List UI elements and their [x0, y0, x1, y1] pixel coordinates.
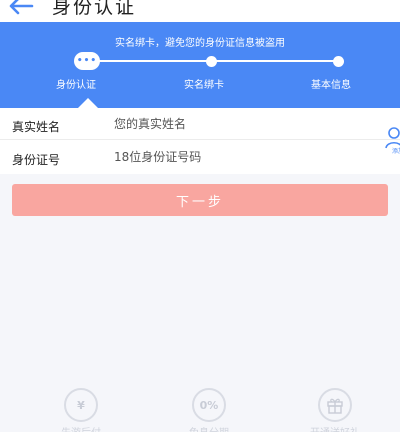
- more-dots-icon: •••: [76, 56, 98, 66]
- back-arrow-icon[interactable]: [6, 0, 36, 18]
- step-label-1: 身份认证: [56, 80, 96, 91]
- zero-percent-icon: 0%: [192, 388, 226, 422]
- step-indicator-3: [333, 56, 344, 67]
- progress-panel: 实名绑卡，避免您的身份证信息被盗用 ••• 身份认证 实名绑卡 基本信息: [0, 22, 400, 108]
- id-label: 身份证号: [12, 153, 61, 167]
- id-row: 身份证号: [0, 141, 400, 173]
- gift-icon: [318, 388, 352, 422]
- step-label-3: 基本信息: [311, 80, 351, 91]
- feature-item: ¥ 先游后付: [41, 388, 121, 432]
- page-title: 身份认证: [52, 0, 137, 18]
- contact-label: 添加: [391, 148, 400, 155]
- identity-form: 真实姓名 身份证号 添加: [0, 108, 400, 174]
- feature-item: 0% 免息分期: [169, 388, 249, 432]
- feature-item: 开通送好礼: [295, 388, 375, 432]
- feature-row: ¥ 先游后付 0% 免息分期 开通送好礼: [0, 388, 400, 432]
- feature-label: 先游后付: [41, 424, 121, 432]
- name-input[interactable]: [114, 113, 364, 135]
- gift-glyph: [327, 398, 343, 414]
- feature-label: 开通送好礼: [295, 424, 375, 432]
- name-row: 真实姓名: [0, 108, 400, 140]
- name-label: 真实姓名: [12, 120, 61, 134]
- feature-label: 免息分期: [169, 424, 249, 432]
- next-step-button[interactable]: 下一步: [12, 184, 388, 216]
- id-input[interactable]: [114, 146, 364, 168]
- step-indicator-2: [206, 56, 217, 67]
- step-pointer: [78, 98, 98, 108]
- step-label-2: 实名绑卡: [184, 80, 224, 91]
- header: 身份认证: [0, 0, 400, 22]
- progress-note: 实名绑卡，避免您的身份证信息被盗用: [115, 38, 285, 49]
- step-indicator-active: •••: [74, 52, 100, 70]
- ticket-icon: ¥: [64, 388, 98, 422]
